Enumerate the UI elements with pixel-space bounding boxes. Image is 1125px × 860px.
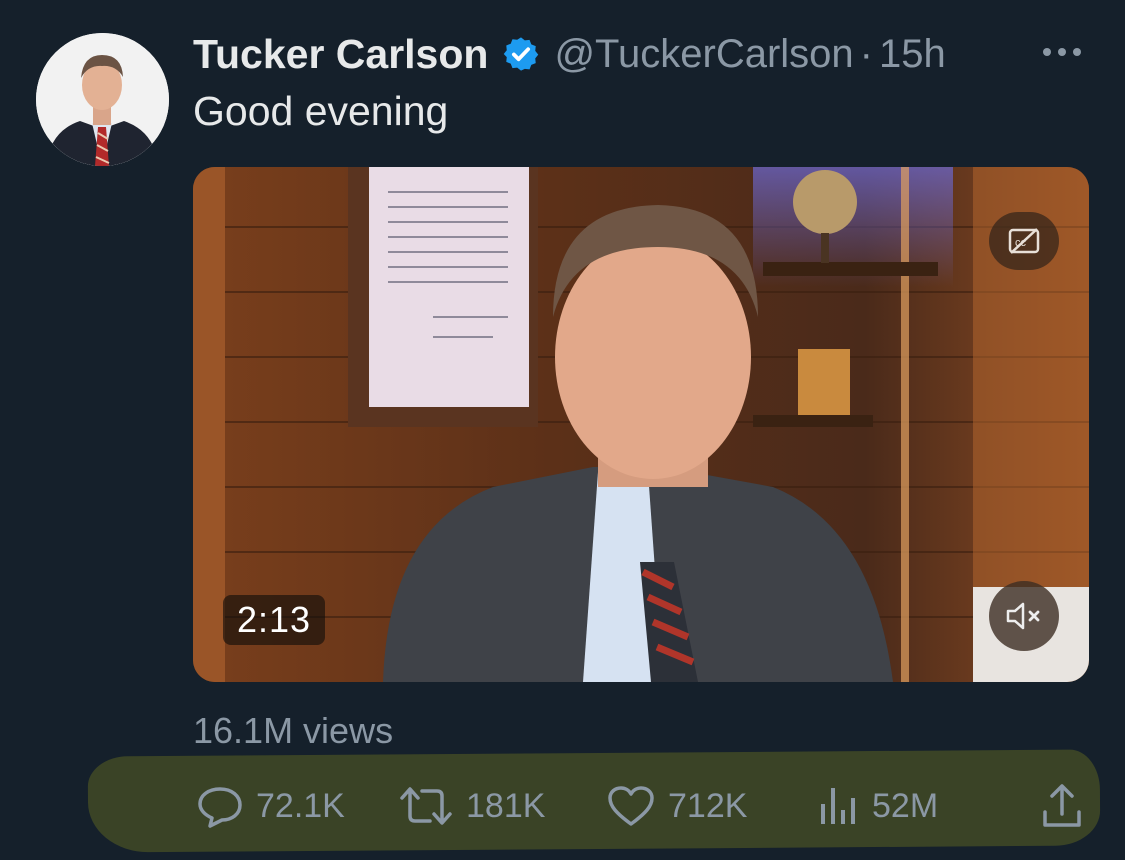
like-button[interactable]: 712K xyxy=(606,775,747,837)
tweet-text: Good evening xyxy=(193,88,449,134)
reply-icon xyxy=(198,787,242,828)
views-button[interactable]: 52M xyxy=(816,775,938,837)
author-avatar[interactable] xyxy=(36,33,169,166)
muted-speaker-icon xyxy=(1006,602,1040,630)
retweet-button[interactable]: 181K xyxy=(398,775,545,837)
closed-captions-off-icon: cc xyxy=(1008,228,1040,254)
author-name[interactable]: Tucker Carlson xyxy=(193,31,488,78)
mute-button[interactable] xyxy=(989,581,1059,651)
video-duration: 2:13 xyxy=(223,595,326,645)
tweet-header: Tucker Carlson @TuckerCarlson · 15h xyxy=(193,26,946,82)
separator-dot: · xyxy=(859,31,873,76)
views-count: 52M xyxy=(872,786,939,825)
view-count: 16.1M views xyxy=(193,710,394,751)
share-icon xyxy=(1043,784,1081,827)
retweet-icon xyxy=(400,787,452,825)
tweet-timestamp[interactable]: 15h xyxy=(879,32,946,77)
more-options-icon[interactable] xyxy=(1040,40,1084,64)
avatar-portrait xyxy=(36,33,169,166)
views-chart-icon xyxy=(821,788,855,824)
reply-button[interactable]: 72.1K xyxy=(196,775,345,837)
retweet-count: 181K xyxy=(466,786,546,825)
like-count: 712K xyxy=(668,786,748,825)
author-handle[interactable]: @TuckerCarlson xyxy=(554,32,853,77)
video-thumbnail xyxy=(193,167,1089,682)
verified-badge-icon xyxy=(504,37,539,71)
share-button[interactable] xyxy=(1040,775,1096,837)
captions-button[interactable]: cc xyxy=(989,212,1059,270)
tweet-actions-bar: 72.1K 181K 712K 52M xyxy=(0,775,1125,837)
like-icon xyxy=(608,786,654,826)
video-player[interactable]: cc 2:13 xyxy=(193,167,1089,682)
reply-count: 72.1K xyxy=(256,786,345,825)
